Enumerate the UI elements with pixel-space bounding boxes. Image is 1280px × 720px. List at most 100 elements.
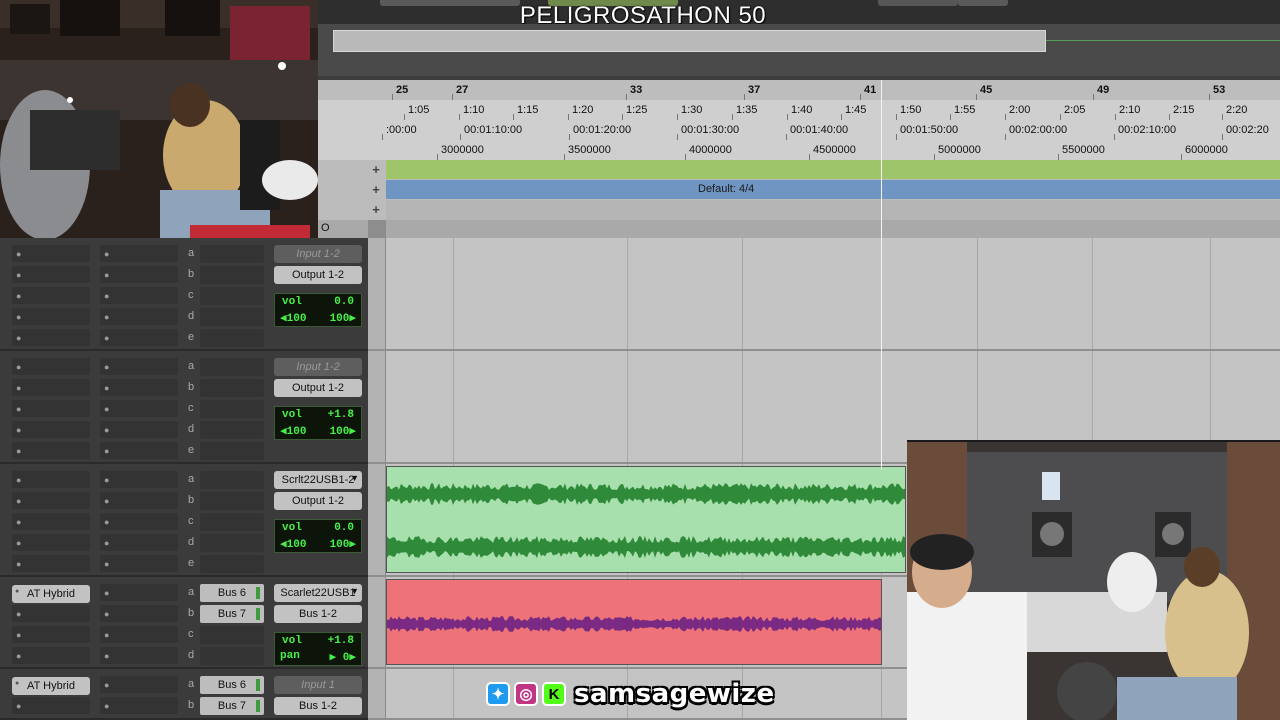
insert-slot[interactable]: ● (12, 287, 90, 304)
insert-plugin-button[interactable]: AT Hybrid (12, 677, 90, 695)
insert-slot[interactable]: ● (100, 647, 178, 664)
add-tempo-icon[interactable]: + (370, 162, 382, 177)
insert-slot[interactable]: ● (12, 471, 90, 488)
insert-slot[interactable]: ● (100, 266, 178, 283)
input-selector[interactable]: Input 1-2 (274, 358, 362, 376)
output-selector[interactable]: Bus 1-2 (274, 605, 362, 623)
input-selector[interactable]: Input 1 (274, 676, 362, 694)
insert-slot[interactable]: ● (12, 442, 90, 459)
universe-overview[interactable] (318, 24, 1280, 76)
send-assignment[interactable] (200, 513, 264, 531)
insert-slot[interactable]: ● (100, 287, 178, 304)
add-meter-icon[interactable]: + (370, 182, 382, 197)
send-assignment[interactable] (200, 358, 264, 376)
insert-slot[interactable]: ● (100, 245, 178, 262)
send-assignment[interactable] (200, 421, 264, 439)
insert-slot[interactable]: ● (100, 513, 178, 530)
meter-ruler[interactable]: Default: 4/4 (386, 180, 1280, 199)
timeline-rulers[interactable]: 25 27 33 37 41 45 49 53 1:05 1:10 1:15 1:20 1:25 1:3… (318, 80, 1280, 160)
insert-slot[interactable]: ● (12, 245, 90, 262)
input-selector[interactable]: Scarlet22USB1 ▼ (274, 584, 362, 602)
pan-left[interactable]: ◀100 (280, 311, 306, 325)
output-selector[interactable]: Output 1-2 (274, 492, 362, 510)
send-assignment[interactable] (200, 534, 264, 552)
vol-value[interactable]: 0.0 (334, 522, 354, 534)
insert-slot[interactable]: ● (100, 400, 178, 417)
insert-slot[interactable]: ● (100, 676, 178, 693)
insert-slot[interactable]: ● (12, 605, 90, 622)
insert-slot[interactable]: ● (12, 647, 90, 664)
timecode-ruler[interactable]: :00:00 00:01:10:00 00:01:20:00 00:01:30:00 0… (318, 120, 1280, 140)
send-assignment[interactable] (200, 245, 264, 263)
send-assignment[interactable] (200, 400, 264, 418)
insert-slot[interactable]: ● (100, 421, 178, 438)
audio-clip[interactable] (386, 466, 906, 573)
track-lane[interactable] (368, 238, 1280, 351)
pan-right[interactable]: 100▶ (330, 424, 356, 438)
insert-slot[interactable]: ● (12, 358, 90, 375)
insert-slot[interactable]: ● (12, 379, 90, 396)
insert-slot[interactable]: ● (100, 471, 178, 488)
insert-slot[interactable]: ● (100, 584, 178, 601)
vocal-clip[interactable] (386, 579, 882, 665)
volume-pan-display[interactable]: vol 0.0 ◀100 100▶ (274, 519, 362, 553)
output-selector[interactable]: Bus 1-2 (274, 697, 362, 715)
minsecs-ruler[interactable]: 1:05 1:10 1:15 1:20 1:25 1:30 1:35 1:40 1:45 1:50… (318, 100, 1280, 120)
insert-slot[interactable]: ● (12, 400, 90, 417)
input-selector[interactable]: Scrlt22USB1-2 ▼ (274, 471, 362, 489)
output-selector[interactable]: Output 1-2 (274, 379, 362, 397)
volume-pan-display[interactable]: vol +1.8 ◀100 100▶ (274, 406, 362, 440)
insert-slot[interactable]: ● (12, 421, 90, 438)
send-assignment[interactable] (200, 647, 264, 665)
insert-slot[interactable]: ● (12, 697, 90, 714)
send-assignment[interactable]: Bus 6 (200, 584, 264, 602)
send-assignment[interactable] (200, 308, 264, 326)
insert-slot[interactable]: ● (100, 626, 178, 643)
insert-slot[interactable]: ● (100, 358, 178, 375)
input-selector[interactable]: Input 1-2 (274, 245, 362, 263)
send-assignment[interactable]: Bus 6 (200, 676, 264, 694)
insert-slot[interactable]: ● (100, 379, 178, 396)
insert-slot[interactable]: ● (100, 555, 178, 572)
send-assignment[interactable] (200, 266, 264, 284)
pan-right[interactable]: 100▶ (330, 537, 356, 551)
send-assignment[interactable] (200, 555, 264, 573)
insert-slot[interactable]: ● (12, 513, 90, 530)
send-assignment[interactable] (200, 329, 264, 347)
send-assignment[interactable]: Bus 7 (200, 697, 264, 715)
add-marker-icon[interactable]: + (370, 202, 382, 217)
send-assignment[interactable] (200, 626, 264, 644)
insert-slot[interactable]: ● (100, 308, 178, 325)
vol-value[interactable]: 0.0 (334, 296, 354, 308)
insert-slot[interactable]: ● (12, 492, 90, 509)
samples-ruler[interactable]: 3000000 3500000 4000000 4500000 5000000 55000… (318, 140, 1280, 160)
insert-slot[interactable]: ● (100, 534, 178, 551)
insert-slot[interactable]: ● (12, 555, 90, 572)
insert-plugin-button[interactable]: AT Hybrid (12, 585, 90, 603)
markers-ruler[interactable] (386, 200, 1280, 220)
pan-right[interactable]: 100▶ (330, 311, 356, 325)
send-assignment[interactable]: Bus 7 (200, 605, 264, 623)
insert-slot[interactable]: ● (100, 697, 178, 714)
insert-slot[interactable]: ● (100, 492, 178, 509)
output-selector[interactable]: Output 1-2 (274, 266, 362, 284)
overview-visible-window[interactable] (333, 30, 1046, 52)
insert-slot[interactable]: ● (12, 329, 90, 346)
send-assignment[interactable] (200, 379, 264, 397)
send-assignment[interactable] (200, 442, 264, 460)
send-assignment[interactable] (200, 492, 264, 510)
insert-slot[interactable]: ● (12, 534, 90, 551)
volume-pan-display[interactable]: vol 0.0 ◀100 100▶ (274, 293, 362, 327)
bars-beats-ruler[interactable]: 25 27 33 37 41 45 49 53 (318, 80, 1280, 100)
insert-slot[interactable]: ● (100, 605, 178, 622)
pan-left[interactable]: ◀100 (280, 424, 306, 438)
tempo-ruler[interactable] (386, 160, 1280, 179)
insert-slot[interactable]: ● (12, 266, 90, 283)
pan-left[interactable]: pan (280, 650, 300, 662)
pan-right[interactable]: ▶ 0▶ (330, 650, 356, 664)
pan-left[interactable]: ◀100 (280, 537, 306, 551)
vol-value[interactable]: +1.8 (328, 635, 354, 647)
insert-slot[interactable]: ● (12, 626, 90, 643)
insert-slot[interactable]: ● (12, 308, 90, 325)
send-assignment[interactable] (200, 471, 264, 489)
